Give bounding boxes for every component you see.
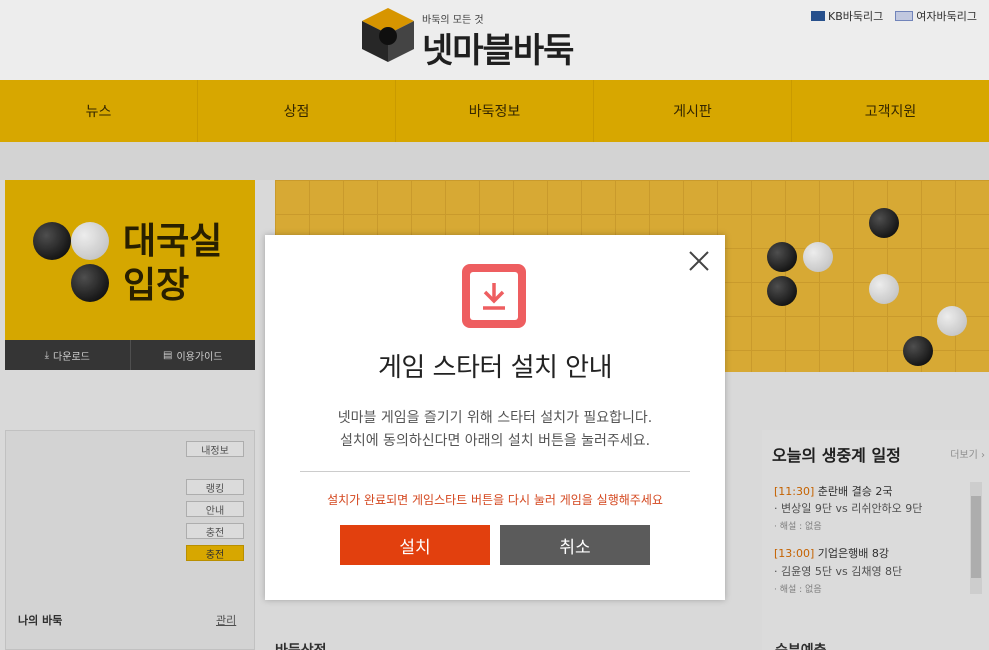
- dialog-description-line2: 설치에 동의하신다면 아래의 설치 버튼을 눌러주세요.: [339, 433, 651, 449]
- dialog-description-line1: 넷마블 게임을 즐기기 위해 스타터 설치가 필요합니다.: [337, 410, 653, 426]
- starter-install-dialog: 게임 스타터 설치 안내 넷마블 게임을 즐기기 위해 스타터 설치가 필요합니…: [265, 235, 725, 600]
- install-button[interactable]: 설치: [340, 525, 490, 565]
- dialog-notice: 설치가 완료되면 게임스타트 버튼을 다시 눌러 게임을 실행해주세요: [327, 493, 663, 507]
- close-icon[interactable]: [685, 247, 713, 275]
- download-icon: [462, 264, 526, 328]
- dialog-title: 게임 스타터 설치 안내: [377, 353, 613, 383]
- cancel-button[interactable]: 취소: [500, 525, 650, 565]
- dialog-description: 넷마블 게임을 즐기기 위해 스타터 설치가 필요합니다. 설치에 동의하신다면…: [265, 407, 725, 453]
- download-arrow-icon: [483, 283, 505, 310]
- dialog-divider: [300, 471, 690, 472]
